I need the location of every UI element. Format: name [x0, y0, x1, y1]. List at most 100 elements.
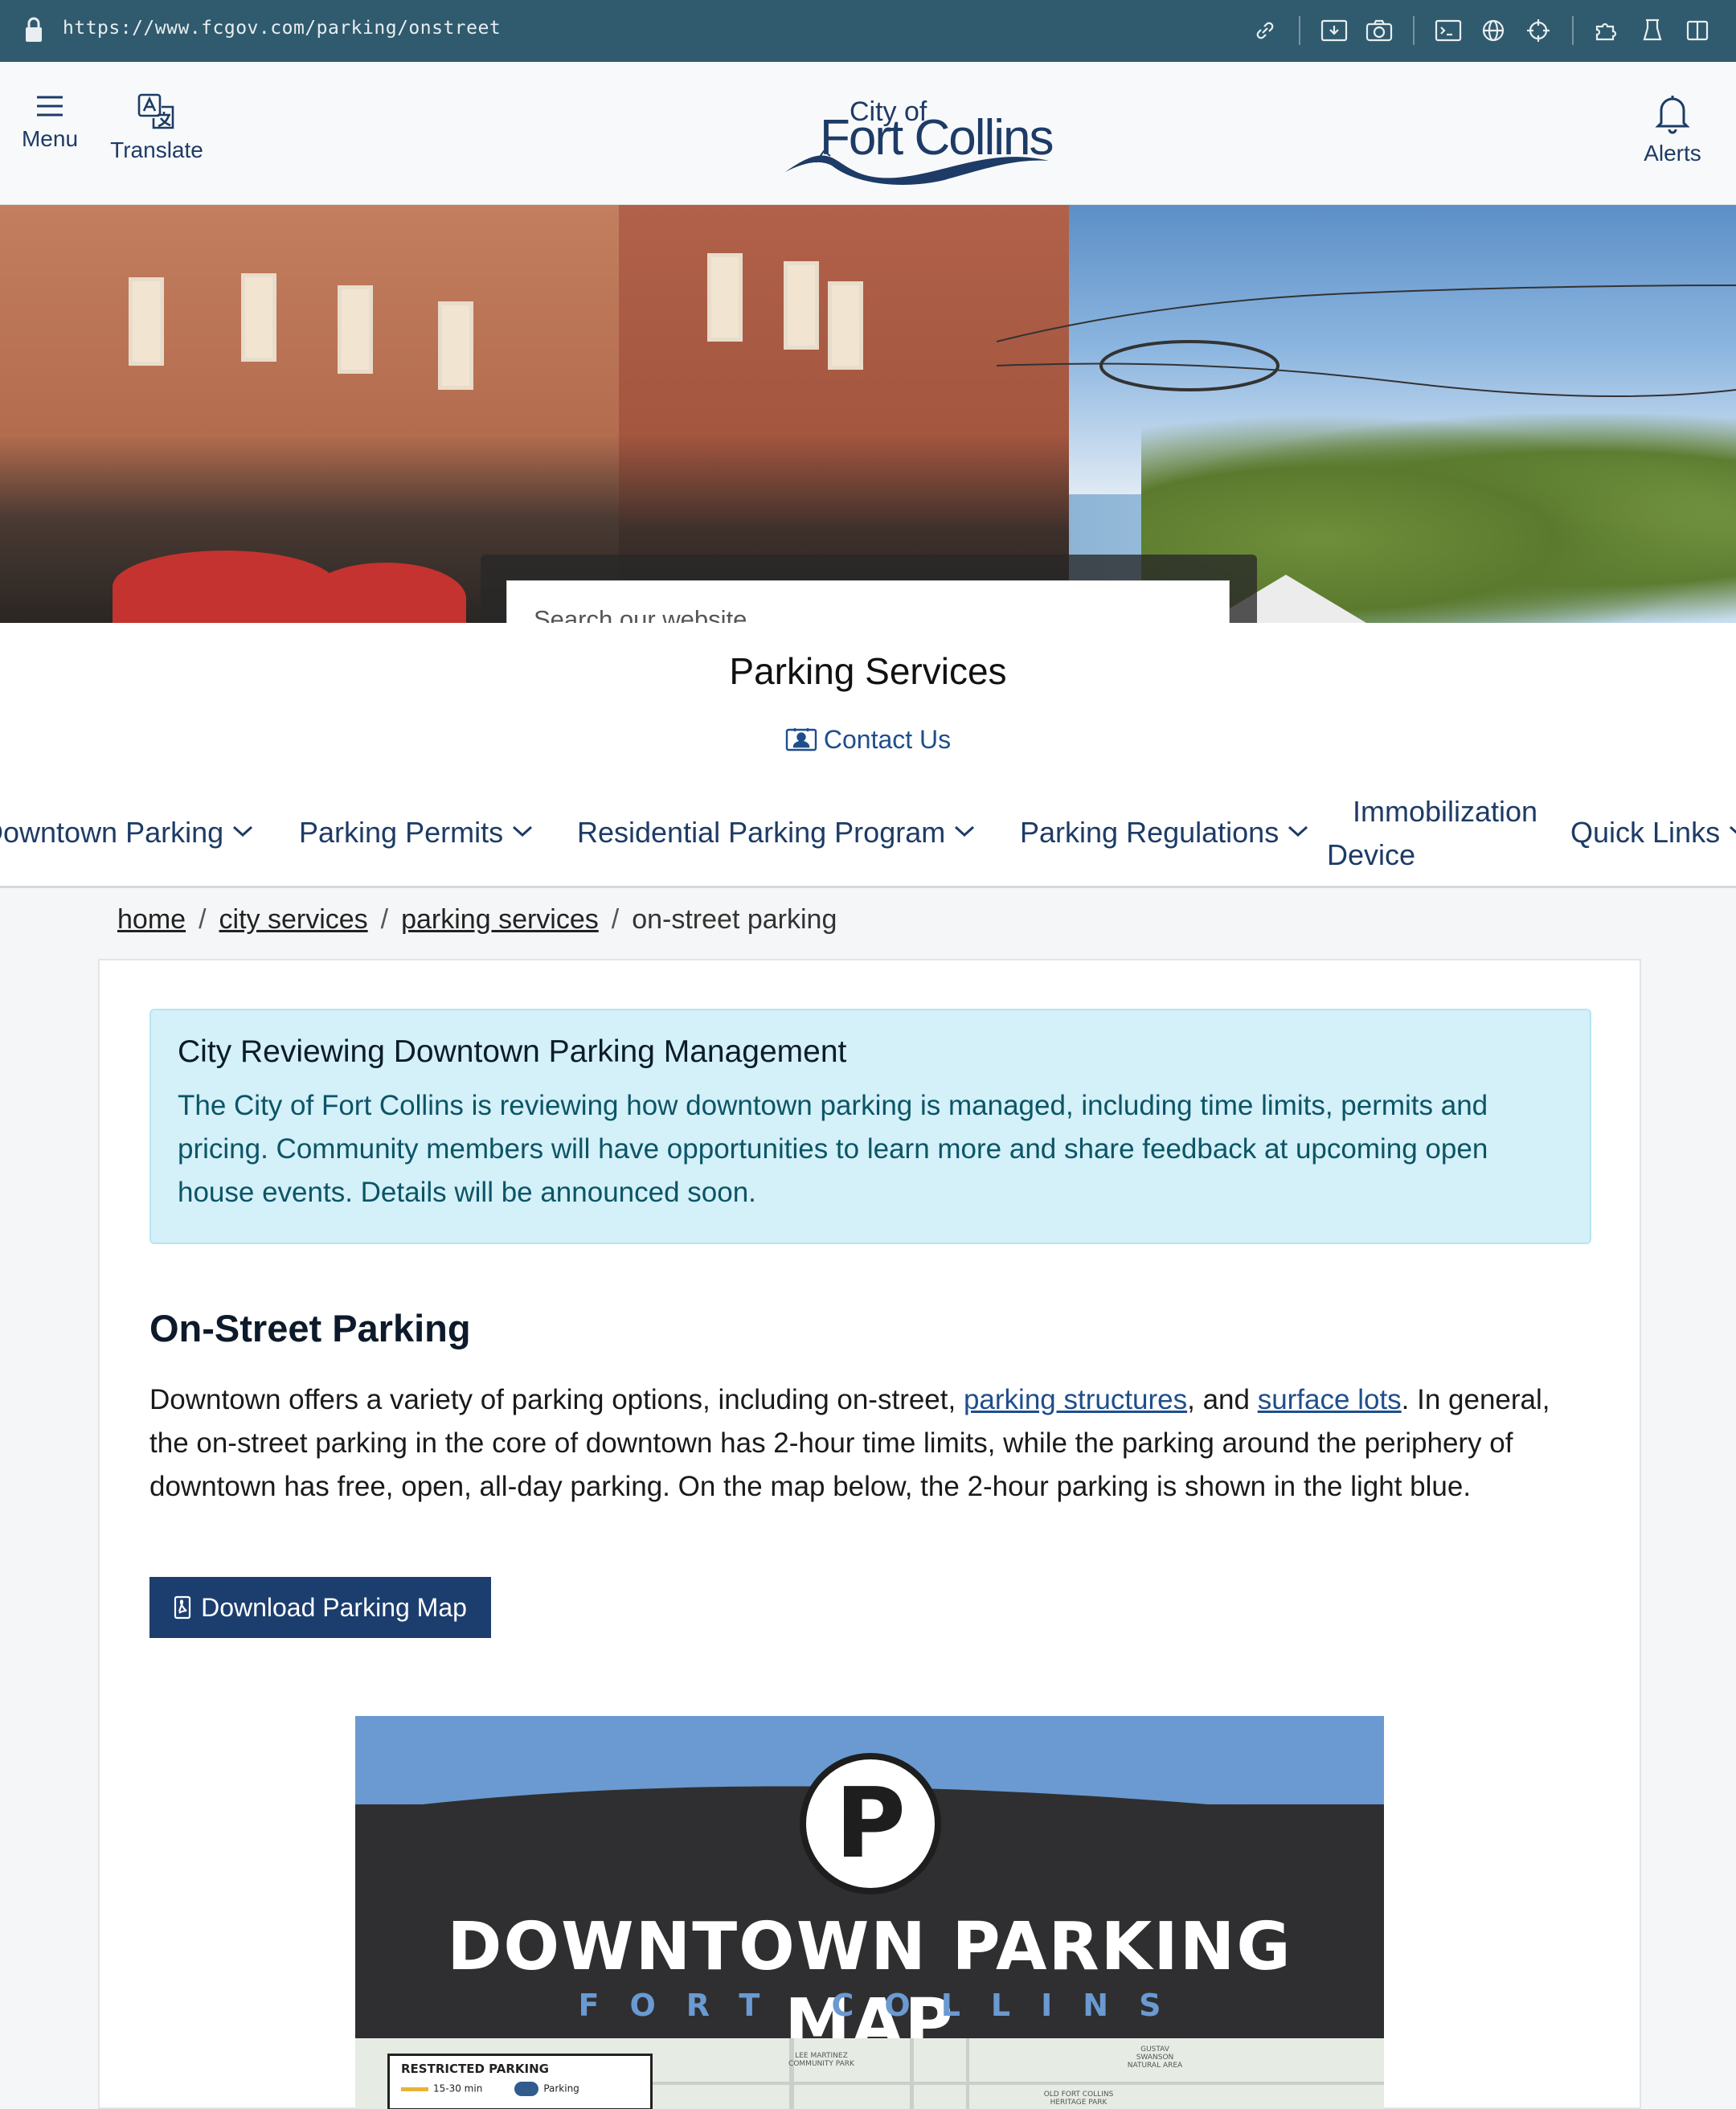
nav-item-label: Parking Regulations: [1020, 816, 1279, 849]
chevron-down-icon: [1728, 813, 1736, 834]
translate-button[interactable]: Translate: [104, 92, 209, 163]
nav-item-label-line2: Device: [1327, 838, 1416, 871]
toolbar-divider: [1299, 16, 1300, 45]
url-text[interactable]: https://www.fcgov.com/parking/onstreet: [63, 18, 501, 39]
breadcrumb-separator: /: [380, 904, 389, 935]
legend-title: RESTRICTED PARKING: [401, 2062, 549, 2076]
nav-item-label: Quick Links: [1570, 816, 1721, 849]
sidebar-icon[interactable]: [1675, 14, 1720, 47]
pdf-icon: [174, 1595, 191, 1620]
puzzle-icon[interactable]: [1585, 14, 1630, 47]
map-label: OLD FORT COLLINS HERITAGE PARK: [1043, 2091, 1114, 2107]
nav-item-downtown-parking[interactable]: Downtown Parking: [0, 813, 254, 850]
breadcrumb-current: on-street parking: [632, 904, 837, 935]
alerts-label: Alerts: [1644, 141, 1701, 166]
legend-swatch: [401, 2086, 428, 2091]
breadcrumb-separator: /: [611, 904, 620, 935]
translate-icon: [137, 93, 174, 129]
info-alert: City Reviewing Downtown Parking Manageme…: [149, 1009, 1591, 1244]
nav-item-parking-permits[interactable]: Parking Permits: [299, 813, 534, 850]
map-subtitle: FORT COLLINS: [578, 1988, 1192, 2023]
hero-window: [438, 301, 473, 390]
toolbar-divider: [1572, 16, 1574, 45]
translate-label: Translate: [110, 137, 203, 162]
globe-icon[interactable]: [1471, 14, 1516, 47]
nav-item-parking-regulations[interactable]: Parking Regulations: [1020, 813, 1309, 850]
download-label: Download Parking Map: [201, 1592, 467, 1622]
nav-item-immobilization-device[interactable]: Immobilization Device: [1327, 790, 1537, 877]
legend-items: 15-30 min Parking: [401, 2082, 639, 2096]
flask-icon[interactable]: [1630, 14, 1675, 47]
chevron-down-icon: [231, 813, 254, 837]
nav-item-label: Residential Parking Program: [577, 816, 946, 849]
camera-icon[interactable]: [1357, 14, 1402, 47]
hero-string-lights: [997, 285, 1736, 397]
surface-lots-link[interactable]: surface lots: [1258, 1384, 1402, 1415]
alert-body: The City of Fort Collins is reviewing ho…: [178, 1090, 1488, 1208]
hero-window: [828, 281, 863, 370]
parking-p-icon: P: [800, 1753, 941, 1894]
nav-item-quick-links[interactable]: Quick Links: [1570, 813, 1736, 850]
crosshair-icon[interactable]: [1516, 14, 1561, 47]
paragraph-text: , and: [1187, 1384, 1258, 1415]
map-road: [653, 2082, 1384, 2085]
alert-title: City Reviewing Downtown Parking Manageme…: [178, 1034, 847, 1069]
parking-structures-link[interactable]: parking structures: [964, 1384, 1187, 1415]
nav-item-residential-parking-program[interactable]: Residential Parking Program: [577, 813, 976, 850]
nav-item-label: Downtown Parking: [0, 816, 224, 849]
hero-window: [129, 277, 164, 366]
breadcrumb-separator: /: [199, 904, 207, 935]
menu-label: Menu: [21, 126, 79, 151]
map-legend: RESTRICTED PARKING 15-30 min Parking: [387, 2054, 653, 2109]
map-label: LEE MARTINEZ COMMUNITY PARK: [788, 2052, 854, 2068]
chevron-down-icon: [511, 813, 534, 837]
section-paragraph: Downtown offers a variety of parking opt…: [149, 1378, 1596, 1509]
terminal-icon[interactable]: [1426, 14, 1471, 47]
contact-us-link[interactable]: Contact Us: [0, 725, 1736, 755]
browser-url-bar: https://www.fcgov.com/parking/onstreet: [0, 0, 1736, 62]
chevron-down-icon: [1287, 813, 1309, 837]
hamburger-icon: [37, 96, 63, 117]
bell-icon: [1655, 96, 1690, 134]
parking-map-image[interactable]: P DOWNTOWN PARKING MAP FORT COLLINS LEE …: [355, 1716, 1384, 2109]
browser-toolbar: [1243, 14, 1720, 47]
map-road: [789, 2038, 794, 2109]
hero-window: [784, 261, 819, 350]
hero-window: [707, 253, 743, 342]
map-label: GUSTAV SWANSON NATURAL AREA: [1127, 2046, 1183, 2070]
legend-item-1: 15-30 min: [433, 2082, 483, 2095]
hero-umbrella: [113, 551, 338, 623]
breadcrumb-parking-services[interactable]: parking services: [401, 904, 599, 935]
section-heading: On-Street Parking: [149, 1307, 471, 1349]
link-icon[interactable]: [1243, 14, 1288, 47]
download-parking-map-button[interactable]: Download Parking Map: [149, 1577, 491, 1638]
map-road: [910, 2038, 914, 2109]
breadcrumb: home / city services / parking services / on-s…: [117, 904, 837, 936]
breadcrumb-city-services[interactable]: city services: [219, 904, 368, 935]
paragraph-text: Downtown offers a variety of parking opt…: [149, 1384, 964, 1415]
legend-swatch: [514, 2082, 539, 2096]
menu-button[interactable]: Menu: [18, 92, 82, 152]
chevron-down-icon: [953, 813, 976, 837]
contact-label: Contact Us: [823, 725, 952, 754]
legend-item-2: Parking: [543, 2082, 579, 2095]
page-title: Parking Services: [729, 650, 1007, 692]
nav-item-label-line1: Immobilization: [1353, 795, 1538, 828]
hero-window: [338, 285, 373, 374]
image-download-icon[interactable]: [1312, 14, 1357, 47]
hero-window: [241, 273, 276, 362]
alerts-button[interactable]: Alerts: [1628, 92, 1717, 166]
section-nav: Downtown Parking Parking Permits Residen…: [0, 784, 1736, 888]
toolbar-divider: [1413, 16, 1415, 45]
city-logo[interactable]: City of Fort Collins: [784, 82, 1073, 186]
search-input[interactable]: Search our website: [506, 580, 1230, 623]
lock-icon: [26, 17, 42, 42]
breadcrumb-home[interactable]: home: [117, 904, 186, 935]
nav-item-label: Parking Permits: [299, 816, 504, 849]
map-road: [966, 2038, 969, 2109]
site-header: Menu Translate City of Fort Collins Aler…: [0, 62, 1736, 205]
search-overlay: Search our website: [481, 555, 1257, 623]
contact-card-icon: [785, 727, 817, 751]
hero-banner: Search our website: [0, 205, 1736, 623]
content-card: City Reviewing Downtown Parking Manageme…: [98, 959, 1641, 2109]
